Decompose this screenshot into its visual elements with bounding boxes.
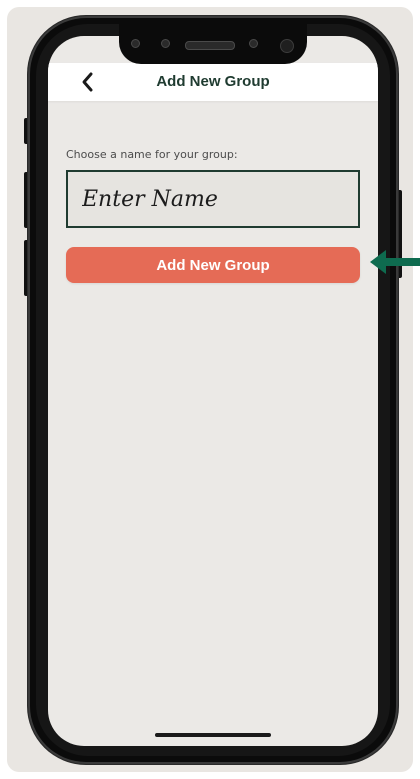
home-indicator xyxy=(155,733,271,737)
back-button[interactable] xyxy=(76,69,100,95)
sensor-dot xyxy=(131,39,140,48)
arrow-left-icon xyxy=(370,250,420,274)
add-new-group-button[interactable]: Add New Group xyxy=(66,247,360,283)
earpiece-speaker xyxy=(185,41,235,50)
app-screen: Add New Group Choose a name for your gro… xyxy=(48,36,378,746)
phone-notch xyxy=(119,22,307,64)
sensor-dot xyxy=(161,39,170,48)
group-name-input[interactable] xyxy=(66,170,360,228)
sensor-dot xyxy=(249,39,258,48)
app-header: Add New Group xyxy=(48,63,378,101)
chevron-left-icon xyxy=(82,72,93,92)
canvas: Add New Group Choose a name for your gro… xyxy=(0,0,420,779)
front-camera xyxy=(280,39,294,53)
group-name-label: Choose a name for your group: xyxy=(66,148,238,161)
